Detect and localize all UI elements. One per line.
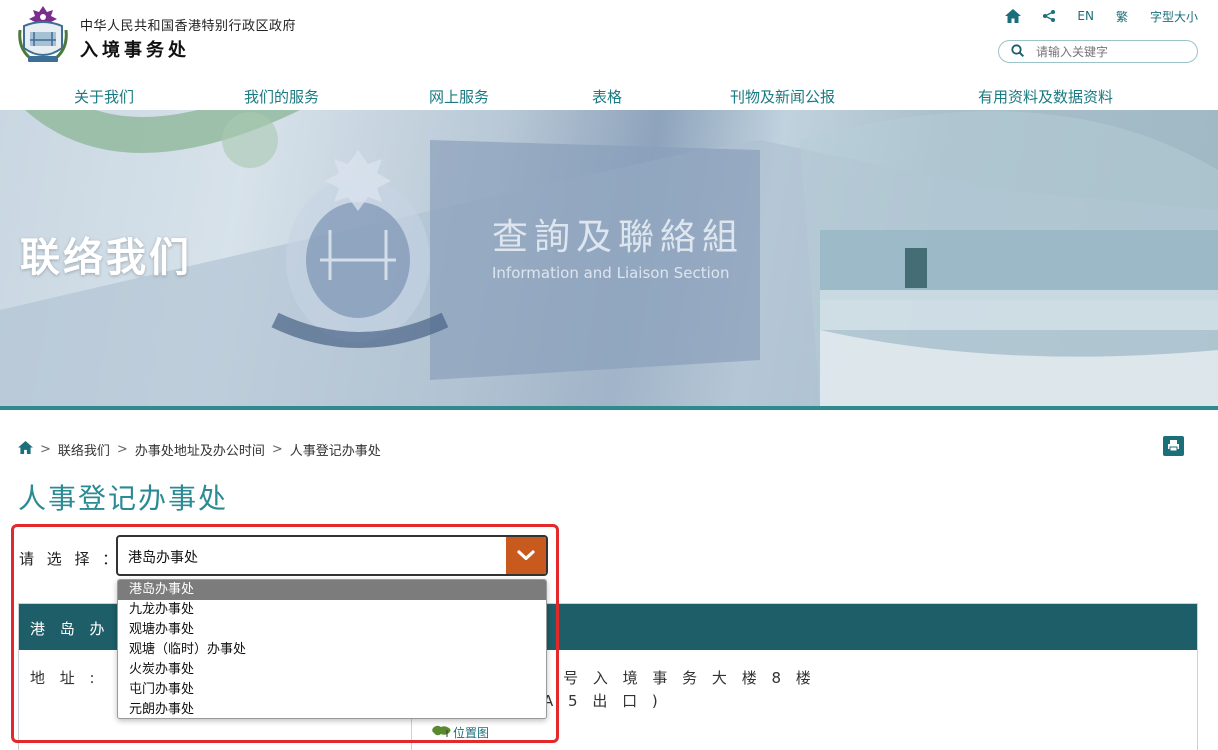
breadcrumb-separator: > <box>271 442 283 457</box>
breadcrumb-current: 人事登记办事处 <box>289 444 381 459</box>
location-map-label: 位置图 <box>453 726 490 740</box>
home-icon[interactable] <box>18 441 33 458</box>
print-button[interactable] <box>1163 436 1184 456</box>
dropdown-option-kwun-tong-temp[interactable]: 观塘（临时）办事处 <box>118 640 546 660</box>
breadcrumb-separator: > <box>116 442 128 457</box>
site-header: 中华人民共和国香港特别行政区政府 入境事务处 EN 繁 字型大小 <box>0 0 1218 80</box>
nav-our-services[interactable]: 我们的服务 <box>244 86 319 107</box>
address-line-1: 道 7 号 入 境 事 务 大 楼 8 楼 <box>509 669 816 687</box>
nav-about-us[interactable]: 关于我们 <box>74 86 134 107</box>
nav-publications[interactable]: 刊物及新闻公报 <box>730 86 835 107</box>
lang-tc-link[interactable]: 繁 <box>1116 8 1128 25</box>
address-label: 地 址 : <box>30 669 100 687</box>
location-map-link[interactable]: 位置图 <box>431 724 489 741</box>
search-icon[interactable] <box>1011 42 1025 61</box>
breadcrumb-office-addresses[interactable]: 办事处地址及办公时间 <box>135 440 265 459</box>
map-icon <box>431 724 453 741</box>
dropdown-option-hk-island[interactable]: 港岛办事处 <box>118 580 546 600</box>
home-icon[interactable] <box>1005 9 1022 23</box>
font-size-link[interactable]: 字型大小 <box>1150 8 1198 25</box>
search-box[interactable] <box>998 40 1198 63</box>
breadcrumb-contact-us[interactable]: 联络我们 <box>58 440 110 459</box>
government-name: 中华人民共和国香港特别行政区政府 <box>80 19 297 34</box>
share-icon[interactable] <box>1043 10 1056 22</box>
department-name: 入境事务处 <box>80 40 190 61</box>
banner-sign-cn: 查詢及聯絡組 <box>492 217 745 258</box>
select-current-value: 港岛办事处 <box>128 550 198 566</box>
breadcrumb-separator: > <box>40 442 51 457</box>
hero-banner: 查詢及聯絡組 Information and Liaison Section 联… <box>0 110 1218 406</box>
top-tools: EN 繁 字型大小 <box>983 6 1198 26</box>
breadcrumb: > 联络我们 > 办事处地址及办公时间 > 人事登记办事处 <box>18 440 381 459</box>
immigration-logo[interactable] <box>16 4 70 66</box>
main-nav: 关于我们 我们的服务 网上服务 表格 刊物及新闻公报 有用资料及数据资料 <box>0 80 1218 110</box>
office-dropdown-list: 港岛办事处 九龙办事处 观塘办事处 观塘（临时）办事处 火炭办事处 屯门办事处 … <box>117 579 547 719</box>
chevron-down-icon <box>517 546 535 565</box>
page-title: 人事登记办事处 <box>18 482 229 515</box>
select-label: 请 选 择 ： <box>19 550 122 568</box>
search-input[interactable] <box>1036 44 1186 59</box>
banner-title: 联络我们 <box>20 235 192 281</box>
dropdown-option-kowloon[interactable]: 九龙办事处 <box>118 600 546 620</box>
banner-sign-en: Information and Liaison Section <box>492 264 730 282</box>
select-dropdown-button[interactable] <box>506 537 546 574</box>
nav-useful-info[interactable]: 有用资料及数据资料 <box>978 86 1113 107</box>
lang-en-link[interactable]: EN <box>1077 9 1094 23</box>
dropdown-option-fo-tan[interactable]: 火炭办事处 <box>118 660 546 680</box>
nav-forms[interactable]: 表格 <box>592 86 622 107</box>
nav-online-services[interactable]: 网上服务 <box>429 86 489 107</box>
print-icon <box>1167 437 1180 456</box>
dropdown-option-tuen-mun[interactable]: 屯门办事处 <box>118 680 546 700</box>
address-line-2: A 5 出 口 ) <box>543 692 663 710</box>
dropdown-option-kwun-tong[interactable]: 观塘办事处 <box>118 620 546 640</box>
dropdown-option-yuen-long[interactable]: 元朗办事处 <box>118 700 546 718</box>
banner-divider <box>0 406 1218 410</box>
office-select[interactable]: 港岛办事处 <box>116 535 548 576</box>
